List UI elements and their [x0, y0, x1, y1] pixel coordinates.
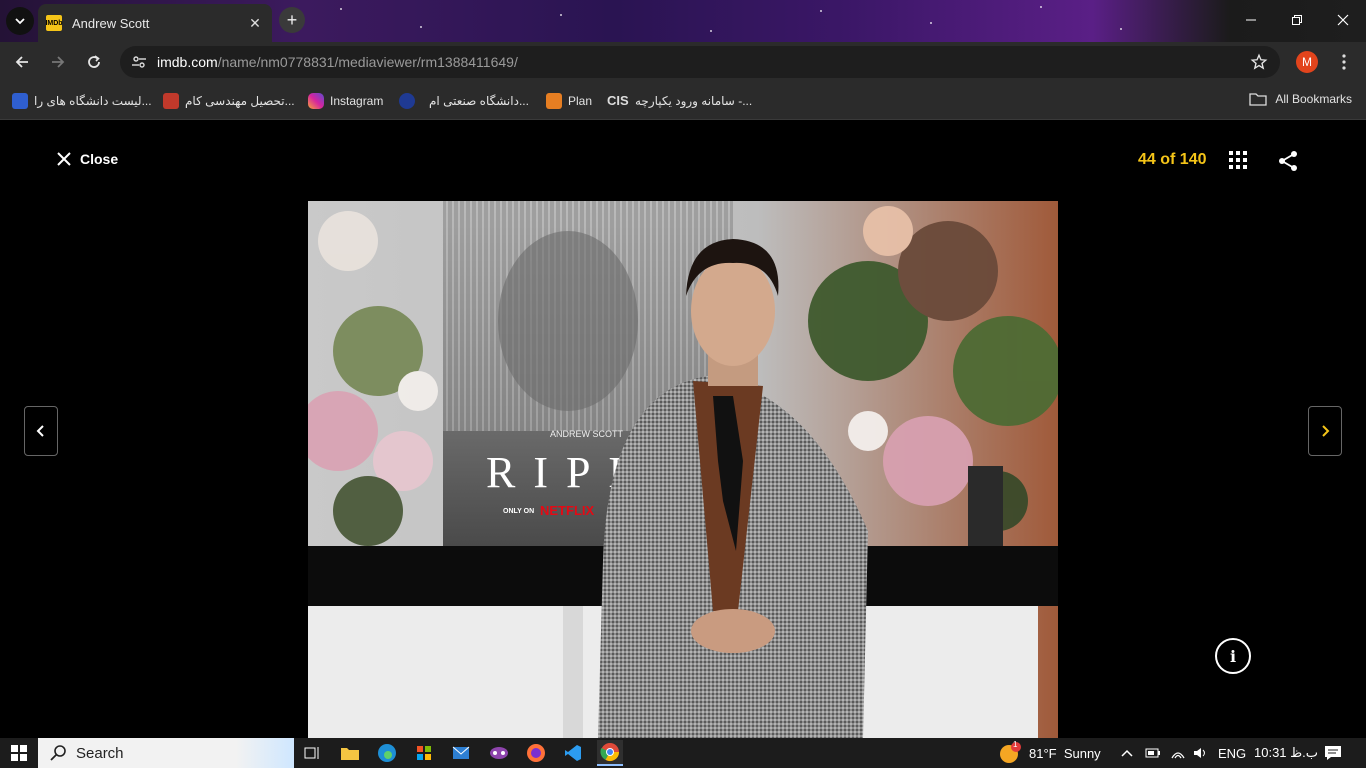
chrome-icon[interactable]	[597, 740, 623, 766]
browser-title-bar: IMDb Andrew Scott ✕ +	[0, 0, 1366, 42]
mail-icon[interactable]	[448, 740, 474, 766]
restore-button[interactable]	[1274, 0, 1320, 40]
bookmark-favicon-icon	[399, 93, 415, 109]
bg-star	[1120, 28, 1122, 30]
close-window-button[interactable]	[1320, 0, 1366, 40]
chevron-up-icon	[1121, 749, 1133, 757]
chevron-right-icon	[1322, 425, 1330, 437]
imdb-favicon-icon: IMDb	[45, 15, 63, 31]
main-photo: ANDREW SCOTT RIPL ONLY ON NETFLIX	[308, 201, 1058, 738]
tab-andrew-scott[interactable]: IMDb Andrew Scott ✕	[38, 4, 272, 42]
restore-icon	[1292, 15, 1302, 25]
reload-icon	[88, 55, 100, 68]
volume-icon[interactable]	[1193, 738, 1209, 768]
url-host: imdb.com	[157, 54, 218, 70]
language-indicator[interactable]: ENG	[1218, 738, 1246, 768]
task-view-icon[interactable]	[299, 740, 325, 766]
bookmark-item[interactable]: دانشگاه صنعتی ام...	[399, 92, 529, 110]
poster-only-on: ONLY ON	[503, 508, 534, 515]
share-button[interactable]	[1277, 150, 1299, 172]
bg-star	[820, 10, 822, 12]
all-bookmarks-button[interactable]: All Bookmarks	[1249, 92, 1352, 106]
file-explorer-icon[interactable]	[337, 740, 363, 766]
site-settings-icon[interactable]	[130, 53, 148, 71]
bookmark-favicon-icon	[12, 93, 28, 109]
bg-star	[1040, 6, 1042, 8]
bg-star	[340, 8, 342, 10]
chevron-down-icon	[15, 18, 25, 25]
search-icon	[50, 745, 66, 761]
bookmark-item[interactable]: لیست دانشگاه های را...	[12, 92, 152, 110]
weather-badge: 1	[1013, 740, 1018, 749]
minimize-button[interactable]	[1228, 0, 1274, 40]
info-button[interactable]: i	[1215, 638, 1251, 674]
browser-toolbar: imdb.com/name/nm0778831/mediaviewer/rm13…	[0, 42, 1366, 82]
close-icon	[57, 152, 71, 166]
weather-widget[interactable]: 1 81°F Sunny	[999, 738, 1101, 768]
start-button[interactable]	[0, 738, 38, 768]
share-icon	[1279, 151, 1297, 171]
firefox-icon[interactable]	[523, 740, 549, 766]
bookmark-item[interactable]: Plan	[546, 92, 592, 110]
photo-illustration: ANDREW SCOTT RIPL ONLY ON NETFLIX	[308, 201, 1058, 738]
edge-browser-icon[interactable]	[374, 740, 400, 766]
battery-icon[interactable]	[1145, 738, 1161, 768]
bg-star	[930, 22, 932, 24]
image-counter: 44 of 140	[1138, 151, 1207, 168]
bg-star	[710, 30, 712, 32]
media-viewer: Close 44 of 140 ANDREW SCOTT RIPL ONLY O…	[0, 121, 1366, 738]
taskbar-search-box[interactable]: Search	[38, 738, 294, 768]
minimize-icon	[1246, 19, 1256, 21]
tab-title: Andrew Scott	[72, 15, 150, 31]
forward-button[interactable]	[44, 48, 72, 76]
windows-taskbar: Search 1 81°F Sunny ENG ب.ظ 10:31	[0, 738, 1366, 768]
bg-star	[560, 14, 562, 16]
address-bar[interactable]: imdb.com/name/nm0778831/mediaviewer/rm13…	[120, 46, 1280, 78]
vscode-icon[interactable]	[560, 740, 586, 766]
bg-star	[420, 26, 422, 28]
tab-close-icon[interactable]: ✕	[246, 15, 264, 32]
close-viewer-button[interactable]: Close	[56, 151, 118, 167]
browser-menu-icon[interactable]	[1334, 51, 1354, 73]
poster-name: ANDREW SCOTT	[550, 429, 624, 439]
arrow-left-icon	[15, 56, 28, 68]
weather-sun-icon	[1000, 742, 1021, 763]
clock[interactable]: ب.ظ 10:31	[1254, 738, 1318, 768]
profile-avatar[interactable]: M	[1296, 51, 1318, 73]
grid-icon	[1229, 151, 1247, 169]
search-highlight-image	[236, 738, 294, 768]
instagram-icon	[308, 93, 324, 109]
next-image-button[interactable]	[1308, 406, 1342, 456]
tab-search-button[interactable]	[6, 7, 34, 35]
bookmark-item[interactable]: CIS سامانه ورود یکپارچه -...	[607, 92, 752, 110]
folder-icon	[1249, 93, 1267, 106]
previous-image-button[interactable]	[24, 406, 58, 456]
gallery-grid-button[interactable]	[1229, 151, 1249, 171]
windows-logo-icon	[11, 745, 27, 761]
notifications-icon[interactable]	[1324, 738, 1342, 768]
bookmark-favicon-icon: CIS	[607, 93, 629, 108]
wifi-icon[interactable]	[1170, 738, 1186, 768]
bookmarks-bar: لیست دانشگاه های را... تحصیل مهندسی کام.…	[0, 82, 1366, 120]
weather-text: 81°F Sunny	[1029, 745, 1101, 761]
chevron-left-icon	[36, 425, 44, 437]
url-path: /name/nm0778831/mediaviewer/rm1388411649…	[217, 54, 518, 70]
bookmark-favicon-icon	[546, 93, 562, 109]
mask-app-icon[interactable]	[486, 740, 512, 766]
bookmark-star-icon[interactable]	[1250, 53, 1268, 76]
arrow-right-icon	[52, 56, 65, 68]
new-tab-button[interactable]: +	[279, 7, 305, 33]
bookmark-item[interactable]: Instagram	[308, 92, 383, 110]
back-button[interactable]	[8, 48, 36, 76]
show-hidden-icons[interactable]	[1120, 738, 1134, 768]
close-icon	[1337, 14, 1349, 26]
reload-button[interactable]	[80, 48, 108, 76]
netflix-logo: NETFLIX	[540, 503, 594, 518]
microsoft-store-icon[interactable]	[411, 740, 437, 766]
bookmark-item[interactable]: تحصیل مهندسی کام...	[163, 92, 295, 110]
bookmark-favicon-icon	[163, 93, 179, 109]
